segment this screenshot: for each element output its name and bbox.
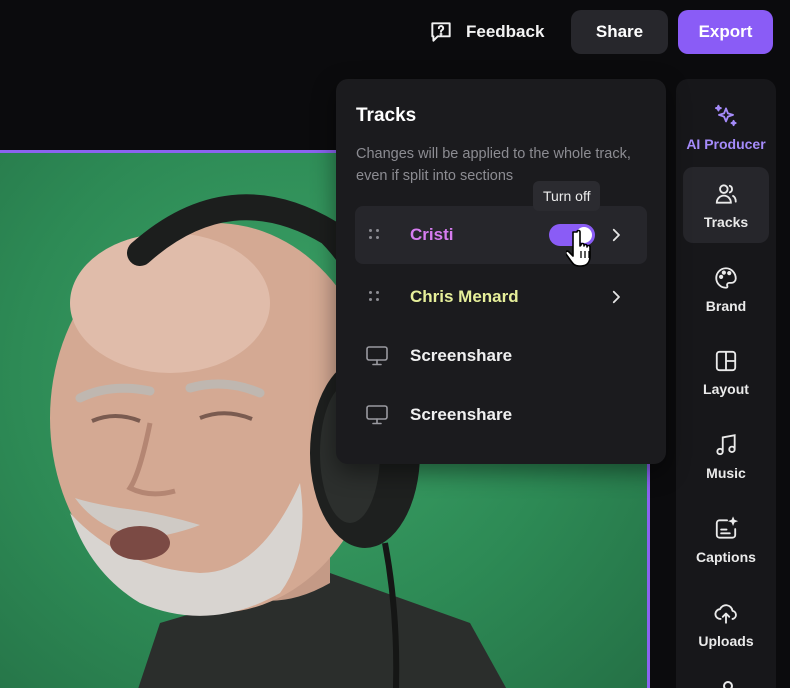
panel-title: Tracks [356,105,417,126]
track-row-chris-menard[interactable]: Chris Menard [355,268,647,326]
feedback-label: Feedback [466,22,545,41]
sidebar-item-music[interactable]: Music [683,418,769,494]
sidebar-label-brand: Brand [705,297,747,314]
feedback-button[interactable]: Feedback [428,15,544,49]
track-name: Screenshare [410,346,513,365]
sidebar-item-captions[interactable]: Captions [683,502,769,578]
monitor-icon [366,405,388,425]
chevron-right-icon[interactable] [607,226,625,244]
tracks-panel: Tracks Changes will be applied to the wh… [336,79,666,464]
track-row-screenshare[interactable]: Screenshare [355,386,647,444]
right-sidebar: AI Producer Tracks Brand Layout Music Ca… [676,79,776,688]
sidebar-label-captions: Captions [696,548,756,565]
drag-handle-icon[interactable] [369,229,383,241]
track-name: Chris Menard [410,287,519,306]
sidebar-label-layout: Layout [703,380,749,397]
sidebar-more-icon [723,681,733,688]
layout-icon [715,350,737,371]
top-bar: Feedback Share Export [0,0,790,64]
track-name: Screenshare [410,405,513,424]
track-row-cristi[interactable]: Cristi [355,206,647,264]
sidebar-item-uploads[interactable]: Uploads [683,586,769,662]
sidebar-label-uploads: Uploads [698,632,754,649]
track-name: Cristi [410,225,454,244]
upload-cloud-icon [714,603,737,624]
captions-icon [715,515,739,539]
share-button[interactable]: Share [571,10,668,54]
sidebar-label-music: Music [706,464,746,481]
palette-icon [715,266,737,289]
sparkles-icon [715,104,737,126]
sidebar-item-layout[interactable]: Layout [683,334,769,410]
sidebar-item-ai-producer[interactable]: AI Producer [683,89,769,165]
chevron-right-icon[interactable] [607,288,625,306]
sidebar-item-brand[interactable]: Brand [683,251,769,327]
sidebar-label-tracks: Tracks [703,213,749,230]
track-row-screenshare[interactable]: Screenshare [355,327,647,385]
monitor-icon [366,346,388,366]
feedback-icon [431,22,451,42]
sidebar-label-ai-producer: AI Producer [686,135,766,152]
music-note-icon [716,433,736,455]
export-button[interactable]: Export [678,10,773,54]
sidebar-item-tracks[interactable]: Tracks [683,167,769,243]
toggle-tooltip: Turn off [533,181,601,211]
users-icon [715,183,737,204]
hand-pointer-cursor-icon [566,229,591,267]
drag-handle-icon[interactable] [369,291,383,303]
